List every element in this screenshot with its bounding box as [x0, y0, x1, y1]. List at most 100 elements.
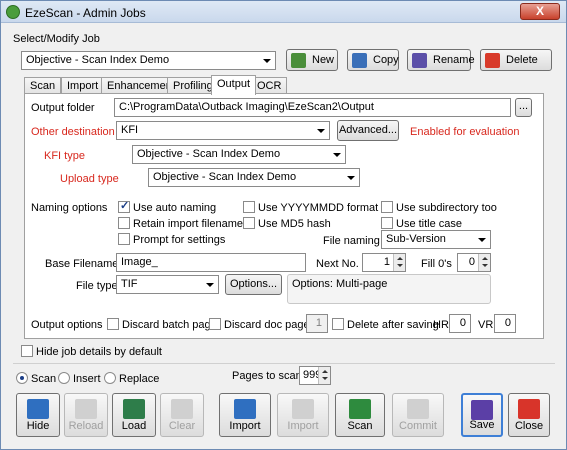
load-icon — [123, 399, 145, 419]
save-button[interactable]: Save — [461, 393, 503, 437]
fill-zeros-stepper[interactable]: 0 — [457, 253, 491, 272]
md5-checkbox[interactable] — [243, 217, 255, 229]
title-case-checkbox[interactable] — [381, 217, 393, 229]
reload-button[interactable]: Reload — [64, 393, 108, 437]
import-button-label: Import — [229, 420, 261, 432]
upload-type-label: Upload type — [60, 173, 119, 185]
fill-zeros-value: 0 — [468, 256, 475, 268]
mode-insert-label: Insert — [73, 373, 101, 385]
title-bar: EzeScan - Admin Jobs X — [1, 1, 566, 23]
import-icon — [292, 399, 314, 419]
advanced-button[interactable]: Advanced... — [337, 120, 399, 141]
file-type-select[interactable]: TIF — [116, 275, 219, 294]
tab-import[interactable]: Import — [61, 77, 105, 94]
pages-to-scan-stepper[interactable]: 999 — [299, 366, 331, 385]
new-job-button[interactable]: New — [286, 49, 338, 71]
import-secondary-button[interactable]: Import — [277, 393, 329, 437]
prompt-settings-checkbox[interactable] — [118, 233, 130, 245]
reload-button-label: Reload — [68, 420, 104, 432]
mode-replace-radio[interactable] — [104, 372, 116, 384]
file-options-text: Options: Multi-page — [292, 278, 388, 290]
delete-job-label: Delete — [506, 54, 538, 66]
file-naming-label: File naming — [323, 235, 380, 247]
rename-icon — [412, 53, 427, 68]
scan-button[interactable]: Scan — [335, 393, 385, 437]
kfi-type-label: KFI type — [44, 150, 85, 162]
file-type-label: File type — [76, 280, 118, 292]
ezescan-logo-icon — [6, 5, 20, 19]
auto-naming-checkbox[interactable] — [118, 199, 130, 213]
title-case-label: Use title case — [396, 218, 463, 230]
retain-import-checkbox[interactable] — [118, 217, 130, 229]
vr-input[interactable]: 0 — [494, 314, 516, 333]
hide-button-label: Hide — [26, 420, 50, 432]
md5-label: Use MD5 hash — [258, 218, 331, 230]
tab-output[interactable]: Output — [211, 75, 257, 95]
import-secondary-label: Import — [287, 420, 319, 432]
divider — [13, 363, 555, 364]
retain-import-label: Retain import filename — [133, 218, 244, 230]
hr-label: HR — [433, 319, 449, 331]
other-destination-value: KFI — [121, 124, 139, 136]
mode-replace-label: Replace — [119, 373, 160, 385]
mode-insert-radio[interactable] — [58, 372, 70, 384]
stepper-arrows-icon[interactable] — [393, 254, 405, 271]
delete-job-button[interactable]: Delete — [480, 49, 552, 71]
next-no-value: 1 — [383, 256, 390, 268]
tab-scan[interactable]: Scan — [24, 77, 62, 94]
yyyymmdd-checkbox[interactable] — [243, 201, 255, 213]
stepper-arrows-icon[interactable] — [318, 367, 330, 384]
hide-button[interactable]: Hide — [16, 393, 60, 437]
close-icon — [518, 399, 540, 419]
tab-ocr[interactable]: OCR — [251, 77, 288, 94]
output-folder-input[interactable]: C:\ProgramData\Outback Imaging\EzeScan2\… — [114, 98, 511, 117]
save-icon — [471, 400, 493, 420]
discard-batch-checkbox[interactable] — [107, 318, 119, 330]
new-job-label: New — [312, 54, 335, 66]
rename-job-label: Rename — [433, 54, 475, 66]
file-naming-select[interactable]: Sub-Version — [381, 230, 491, 249]
clear-button[interactable]: Clear — [160, 393, 204, 437]
auto-naming-label: Use auto naming — [133, 202, 217, 214]
hide-details-checkbox[interactable] — [21, 345, 33, 357]
commit-icon — [407, 399, 429, 419]
file-naming-value: Sub-Version — [386, 233, 446, 245]
import-button[interactable]: Import — [219, 393, 271, 437]
delete-after-checkbox[interactable] — [332, 318, 344, 330]
kfi-type-select[interactable]: Objective - Scan Index Demo — [132, 145, 346, 164]
file-type-value: TIF — [121, 278, 138, 290]
file-options-button[interactable]: Options... — [225, 274, 282, 295]
gears-icon — [27, 399, 49, 419]
close-button-label: Close — [514, 420, 544, 432]
clear-button-label: Clear — [168, 420, 196, 432]
copy-job-label: Copy — [373, 54, 399, 66]
delete-icon — [485, 53, 500, 68]
prompt-settings-label: Prompt for settings — [133, 234, 226, 246]
hr-input[interactable]: 0 — [449, 314, 471, 333]
reload-icon — [75, 399, 97, 419]
load-button[interactable]: Load — [112, 393, 156, 437]
commit-button[interactable]: Commit — [392, 393, 444, 437]
stepper-arrows-icon[interactable] — [478, 254, 490, 271]
discard-doc-checkbox[interactable] — [209, 318, 221, 330]
mode-scan-radio[interactable] — [16, 372, 28, 384]
close-button[interactable]: Close — [508, 393, 550, 437]
chevron-down-icon — [206, 283, 214, 287]
next-no-label: Next No. — [316, 258, 359, 270]
job-select[interactable]: Objective - Scan Index Demo — [21, 51, 276, 70]
file-options-box: Options: Multi-page — [287, 274, 491, 304]
rename-job-button[interactable]: Rename — [407, 49, 475, 71]
next-no-stepper[interactable]: 1 — [362, 253, 406, 272]
window-close-button[interactable]: X — [520, 3, 560, 20]
base-filename-input[interactable]: Image_ — [116, 253, 306, 272]
hide-details-label: Hide job details by default — [36, 346, 162, 358]
other-destination-select[interactable]: KFI — [116, 121, 330, 140]
base-filename-label: Base Filename — [45, 258, 119, 270]
upload-type-select[interactable]: Objective - Scan Index Demo — [148, 168, 360, 187]
naming-options-label: Naming options — [31, 202, 108, 214]
browse-folder-button[interactable]: ... — [515, 98, 532, 117]
kfi-type-value: Objective - Scan Index Demo — [137, 148, 281, 160]
commit-button-label: Commit — [399, 420, 437, 432]
subdirectory-checkbox[interactable] — [381, 201, 393, 213]
copy-job-button[interactable]: Copy — [347, 49, 399, 71]
